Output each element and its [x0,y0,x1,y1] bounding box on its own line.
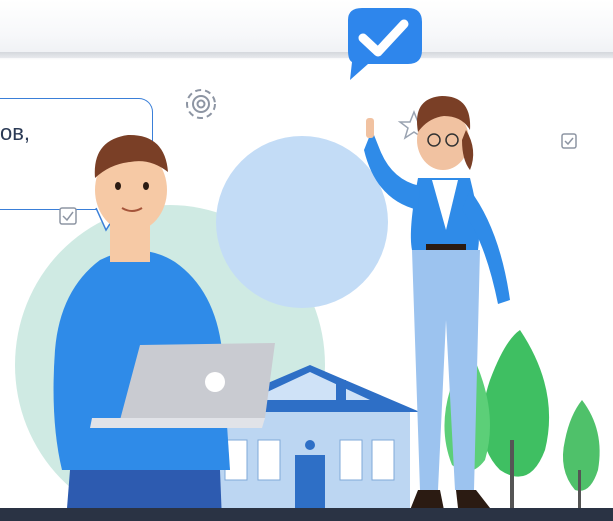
checkbox-icon [59,207,77,225]
illustration-stage: ов, [0,0,613,521]
blue-circle [216,136,388,308]
tree-small [562,400,600,515]
gear-icon [186,89,216,119]
checkbox-icon [561,133,577,149]
check-badge-icon [348,8,422,80]
scene-artwork [0,8,613,521]
ground [0,508,613,521]
